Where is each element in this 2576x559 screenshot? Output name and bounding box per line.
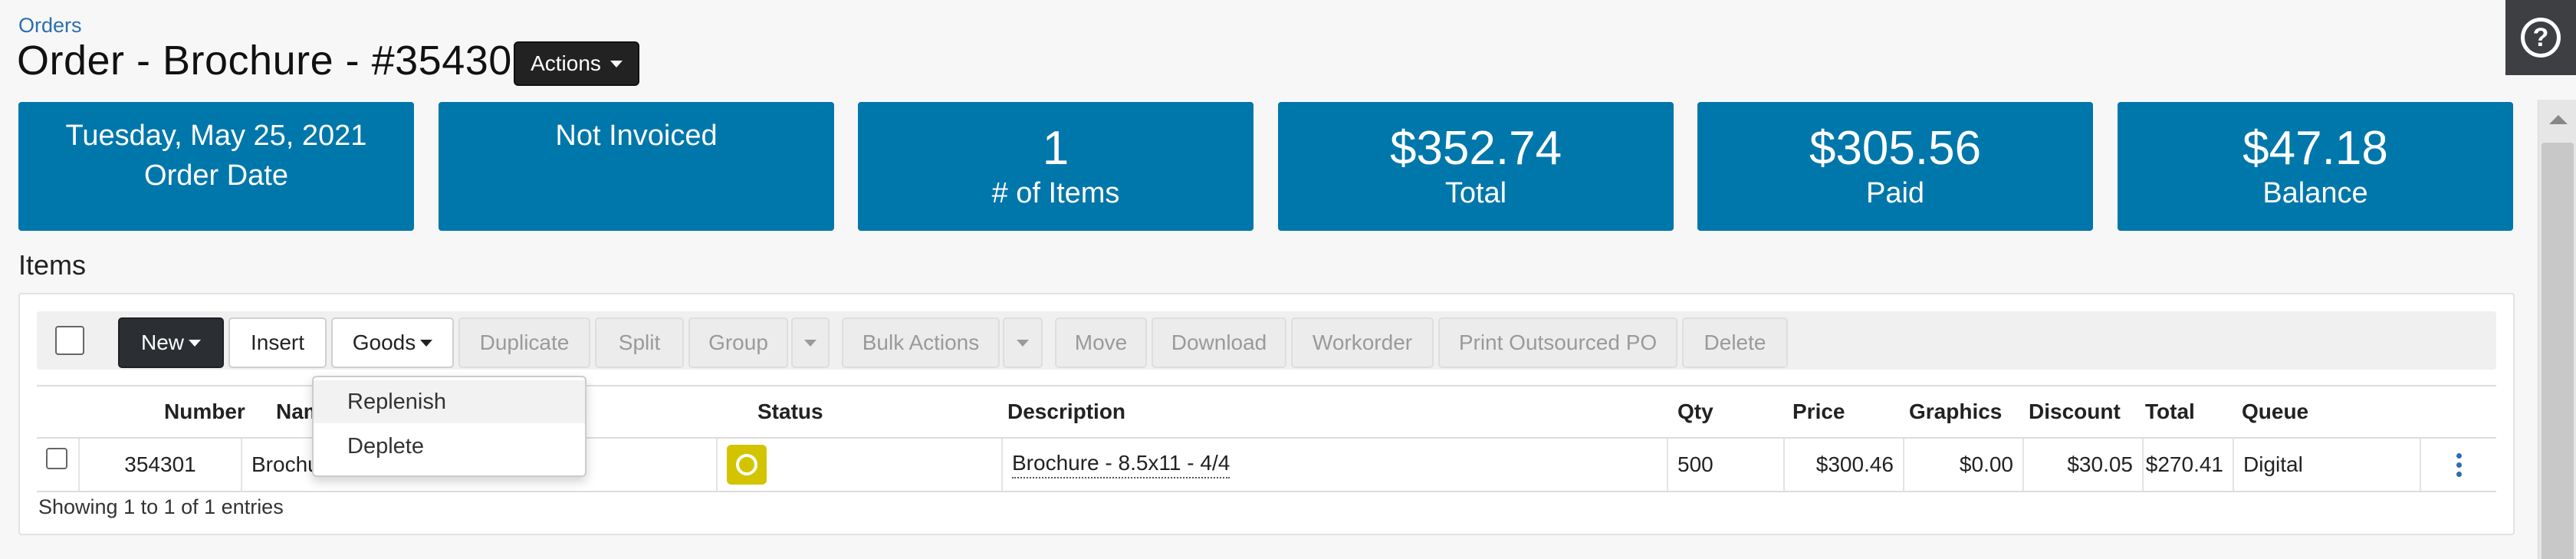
row-total: $270.41 xyxy=(2144,439,2234,491)
paid-label: Paid xyxy=(1865,177,1925,209)
bulk-actions-dropdown-toggle[interactable] xyxy=(1003,317,1043,368)
new-button[interactable]: New xyxy=(118,317,224,368)
row-description-cell: Brochure - 8.5x11 - 4/4 xyxy=(1003,439,1668,491)
duplicate-button[interactable]: Duplicate xyxy=(458,317,590,368)
column-header-status[interactable]: Status xyxy=(757,386,823,437)
row-description-link[interactable]: Brochure - 8.5x11 - 4/4 xyxy=(1012,451,1230,478)
row-status-cell xyxy=(718,439,1003,491)
column-header-queue[interactable]: Queue xyxy=(2242,386,2308,437)
move-button-label: Move xyxy=(1074,330,1128,354)
order-date-value: Tuesday, May 25, 2021 xyxy=(65,120,367,152)
paid-card: $305.56 Paid xyxy=(1697,102,2093,231)
scroll-up-icon[interactable] xyxy=(2549,115,2568,124)
download-button-label: Download xyxy=(1171,330,1267,354)
total-card: $352.74 Total xyxy=(1278,102,1674,231)
bulk-actions-button-label: Bulk Actions xyxy=(862,330,980,354)
in-progress-icon xyxy=(736,454,757,475)
bulk-actions-button[interactable]: Bulk Actions xyxy=(842,317,1000,368)
row-queue: Digital xyxy=(2234,439,2421,491)
delete-button[interactable]: Delete xyxy=(1682,317,1788,368)
move-button[interactable]: Move xyxy=(1055,317,1147,368)
row-menu-cell xyxy=(2421,439,2496,491)
column-header-number[interactable]: Number xyxy=(164,386,245,437)
row-select-cell xyxy=(37,439,80,491)
order-summary-cards: Tuesday, May 25, 2021 Order Date Not Inv… xyxy=(18,102,2515,231)
page-scrollbar[interactable] xyxy=(2538,100,2576,559)
caret-down-icon xyxy=(420,339,433,347)
row-price: $300.46 xyxy=(1785,439,1904,491)
actions-button-label: Actions xyxy=(531,51,601,75)
row-discount: $30.05 xyxy=(2024,439,2144,491)
workorder-button-label: Workorder xyxy=(1312,330,1413,354)
balance-value: $47.18 xyxy=(2242,122,2388,175)
kebab-menu-icon[interactable] xyxy=(2456,452,2462,477)
table-info: Showing 1 to 1 of 1 entries xyxy=(38,495,284,518)
workorder-button[interactable]: Workorder xyxy=(1291,317,1434,368)
download-button[interactable]: Download xyxy=(1152,317,1286,368)
total-value: $352.74 xyxy=(1389,122,1562,175)
duplicate-button-label: Duplicate xyxy=(479,330,570,354)
order-date-label: Order Date xyxy=(144,159,288,192)
paid-value: $305.56 xyxy=(1809,122,1982,175)
column-header-description[interactable]: Description xyxy=(1007,386,1125,437)
group-button[interactable]: Group xyxy=(688,317,788,368)
page-title: Order - Brochure - #35430 xyxy=(17,38,512,84)
item-count-label: # of Items xyxy=(991,177,1120,209)
menu-item-deplete[interactable]: Deplete xyxy=(314,425,585,468)
actions-button[interactable]: Actions xyxy=(514,41,639,86)
print-outsourced-po-button-label: Print Outsourced PO xyxy=(1458,330,1658,354)
invoice-status-value: Not Invoiced xyxy=(555,120,718,152)
scroll-thumb[interactable] xyxy=(2542,143,2574,559)
column-header-price[interactable]: Price xyxy=(1792,386,1845,437)
invoice-status-card: Not Invoiced xyxy=(439,102,834,231)
column-header-total[interactable]: Total xyxy=(2145,386,2195,437)
row-checkbox[interactable] xyxy=(46,448,67,469)
group-dropdown-toggle[interactable] xyxy=(791,317,830,368)
menu-item-replenish[interactable]: Replenish xyxy=(314,380,585,423)
row-graphics: $0.00 xyxy=(1904,439,2024,491)
row-qty: 500 xyxy=(1668,439,1785,491)
delete-button-label: Delete xyxy=(1704,330,1766,354)
balance-label: Balance xyxy=(2262,177,2368,209)
caret-down-icon xyxy=(610,60,623,67)
column-header-discount[interactable]: Discount xyxy=(2029,386,2121,437)
split-button-label: Split xyxy=(618,330,661,354)
item-count-card: 1 # of Items xyxy=(858,102,1254,231)
balance-card: $47.18 Balance xyxy=(2118,102,2513,231)
help-icon: ? xyxy=(2521,18,2561,58)
items-section-title: Items xyxy=(18,249,87,281)
column-header-graphics[interactable]: Graphics xyxy=(1909,386,2002,437)
insert-button[interactable]: Insert xyxy=(228,317,327,368)
total-label: Total xyxy=(1444,177,1507,209)
select-all-checkbox[interactable] xyxy=(55,326,84,355)
help-button[interactable]: ? xyxy=(2505,0,2576,75)
group-button-label: Group xyxy=(708,330,768,354)
goods-button[interactable]: Goods xyxy=(331,317,454,368)
items-toolbar: New Insert Goods Duplicate Split Group B… xyxy=(37,311,2496,370)
caret-down-icon xyxy=(1017,339,1029,347)
breadcrumb-orders-link[interactable]: Orders xyxy=(18,14,82,38)
order-date-card: Tuesday, May 25, 2021 Order Date xyxy=(18,102,414,231)
print-outsourced-po-button[interactable]: Print Outsourced PO xyxy=(1438,317,1677,368)
caret-down-icon xyxy=(189,339,201,347)
caret-down-icon xyxy=(804,339,816,347)
new-button-label: New xyxy=(140,330,184,354)
row-number: 354301 xyxy=(80,439,242,491)
column-header-qty[interactable]: Qty xyxy=(1677,386,1714,437)
goods-dropdown-menu: Replenish Deplete xyxy=(312,376,586,477)
split-button[interactable]: Split xyxy=(595,317,684,368)
status-badge[interactable] xyxy=(727,445,767,485)
item-count-value: 1 xyxy=(1042,122,1070,175)
insert-button-label: Insert xyxy=(250,330,305,354)
goods-button-label: Goods xyxy=(352,330,416,354)
